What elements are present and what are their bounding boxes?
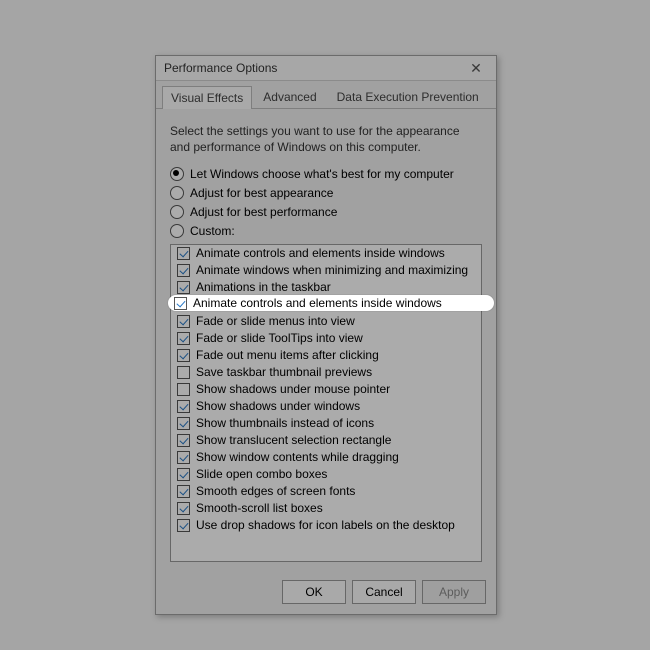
visual-effects-listbox[interactable]: Animate controls and elements inside win… <box>170 244 482 562</box>
instructions-text: Select the settings you want to use for … <box>170 123 470 155</box>
effect-label: Fade out menu items after clicking <box>196 348 379 363</box>
effect-label: Animate windows when minimizing and maxi… <box>196 263 468 278</box>
ok-button[interactable]: OK <box>282 580 346 604</box>
checkbox-icon[interactable] <box>177 434 190 447</box>
effect-label: Save taskbar thumbnail previews <box>196 365 372 380</box>
checkbox-icon[interactable] <box>177 247 190 260</box>
tab-strip: Visual EffectsAdvancedData Execution Pre… <box>156 81 496 109</box>
window-title: Performance Options <box>164 61 277 75</box>
radio-icon[interactable] <box>170 205 184 219</box>
radio-label: Custom: <box>190 224 235 238</box>
effect-label: Fade or slide ToolTips into view <box>196 331 363 346</box>
visual-effects-radio-group: Let Windows choose what's best for my co… <box>170 167 482 238</box>
effect-label: Show window contents while dragging <box>196 450 399 465</box>
effect-row[interactable]: Show window contents while dragging <box>171 449 481 466</box>
checkbox-icon[interactable] <box>177 264 190 277</box>
effect-row[interactable]: Show shadows under mouse pointer <box>171 381 481 398</box>
effect-row[interactable]: Show translucent selection rectangle <box>171 432 481 449</box>
checkbox-icon[interactable] <box>177 519 190 532</box>
effect-label: Fade or slide menus into view <box>196 314 355 329</box>
radio-option[interactable]: Adjust for best appearance <box>170 186 482 200</box>
effect-row[interactable]: Animate windows when minimizing and maxi… <box>171 262 481 279</box>
checkbox-icon[interactable] <box>177 502 190 515</box>
effect-row[interactable]: Fade out menu items after clicking <box>171 347 481 364</box>
effect-row[interactable]: Smooth edges of screen fonts <box>171 483 481 500</box>
effect-label: Show shadows under windows <box>196 399 360 414</box>
cancel-button[interactable]: Cancel <box>352 580 416 604</box>
effect-row[interactable]: Animate controls and elements inside win… <box>171 245 481 262</box>
tab-advanced[interactable]: Advanced <box>254 85 325 108</box>
checkbox-icon[interactable] <box>177 315 190 328</box>
checkbox-icon[interactable] <box>177 349 190 362</box>
effect-label: Show shadows under mouse pointer <box>196 382 390 397</box>
effect-label: Show thumbnails instead of icons <box>196 416 374 431</box>
effect-label: Use drop shadows for icon labels on the … <box>196 518 455 533</box>
radio-icon[interactable] <box>170 224 184 238</box>
checkbox-icon[interactable] <box>177 451 190 464</box>
tab-data-execution-prevention[interactable]: Data Execution Prevention <box>328 85 488 108</box>
checkbox-icon[interactable] <box>177 281 190 294</box>
checkbox-icon[interactable] <box>174 297 187 310</box>
radio-option[interactable]: Custom: <box>170 224 482 238</box>
effect-row[interactable]: Slide open combo boxes <box>171 466 481 483</box>
performance-options-dialog: Performance Options ✕ Visual EffectsAdva… <box>155 55 497 615</box>
checkbox-icon[interactable] <box>177 417 190 430</box>
effect-row[interactable]: Fade or slide ToolTips into view <box>171 330 481 347</box>
effect-row[interactable]: Save taskbar thumbnail previews <box>171 364 481 381</box>
titlebar: Performance Options ✕ <box>156 56 496 81</box>
checkbox-icon[interactable] <box>177 400 190 413</box>
checkbox-icon[interactable] <box>177 383 190 396</box>
effect-row[interactable]: Show shadows under windows <box>171 398 481 415</box>
effect-label: Animate controls and elements inside win… <box>196 246 445 261</box>
tab-visual-effects[interactable]: Visual Effects <box>162 86 252 109</box>
highlighted-effect-row[interactable]: Animate controls and elements inside win… <box>168 295 494 311</box>
dialog-button-row: OK Cancel Apply <box>156 572 496 614</box>
checkbox-icon[interactable] <box>177 468 190 481</box>
effect-row[interactable]: Fade or slide menus into view <box>171 313 481 330</box>
effect-label: Show translucent selection rectangle <box>196 433 391 448</box>
close-icon[interactable]: ✕ <box>462 60 490 77</box>
apply-button[interactable]: Apply <box>422 580 486 604</box>
effect-label: Slide open combo boxes <box>196 467 327 482</box>
effect-label: Animations in the taskbar <box>196 280 331 295</box>
effect-row[interactable]: Show thumbnails instead of icons <box>171 415 481 432</box>
radio-icon[interactable] <box>170 186 184 200</box>
effect-label: Smooth edges of screen fonts <box>196 484 355 499</box>
radio-icon[interactable] <box>170 167 184 181</box>
effect-row[interactable]: Animations in the taskbar <box>171 279 481 296</box>
checkbox-icon[interactable] <box>177 485 190 498</box>
effect-row[interactable]: Use drop shadows for icon labels on the … <box>171 517 481 534</box>
checkbox-icon[interactable] <box>177 366 190 379</box>
radio-label: Adjust for best appearance <box>190 186 333 200</box>
radio-option[interactable]: Adjust for best performance <box>170 205 482 219</box>
radio-label: Adjust for best performance <box>190 205 337 219</box>
checkbox-icon[interactable] <box>177 332 190 345</box>
highlighted-effect-label: Animate controls and elements inside win… <box>193 296 442 310</box>
radio-label: Let Windows choose what's best for my co… <box>190 167 454 181</box>
radio-option[interactable]: Let Windows choose what's best for my co… <box>170 167 482 181</box>
dialog-body: Select the settings you want to use for … <box>156 109 496 572</box>
effect-row[interactable]: Smooth-scroll list boxes <box>171 500 481 517</box>
effect-label: Smooth-scroll list boxes <box>196 501 323 516</box>
